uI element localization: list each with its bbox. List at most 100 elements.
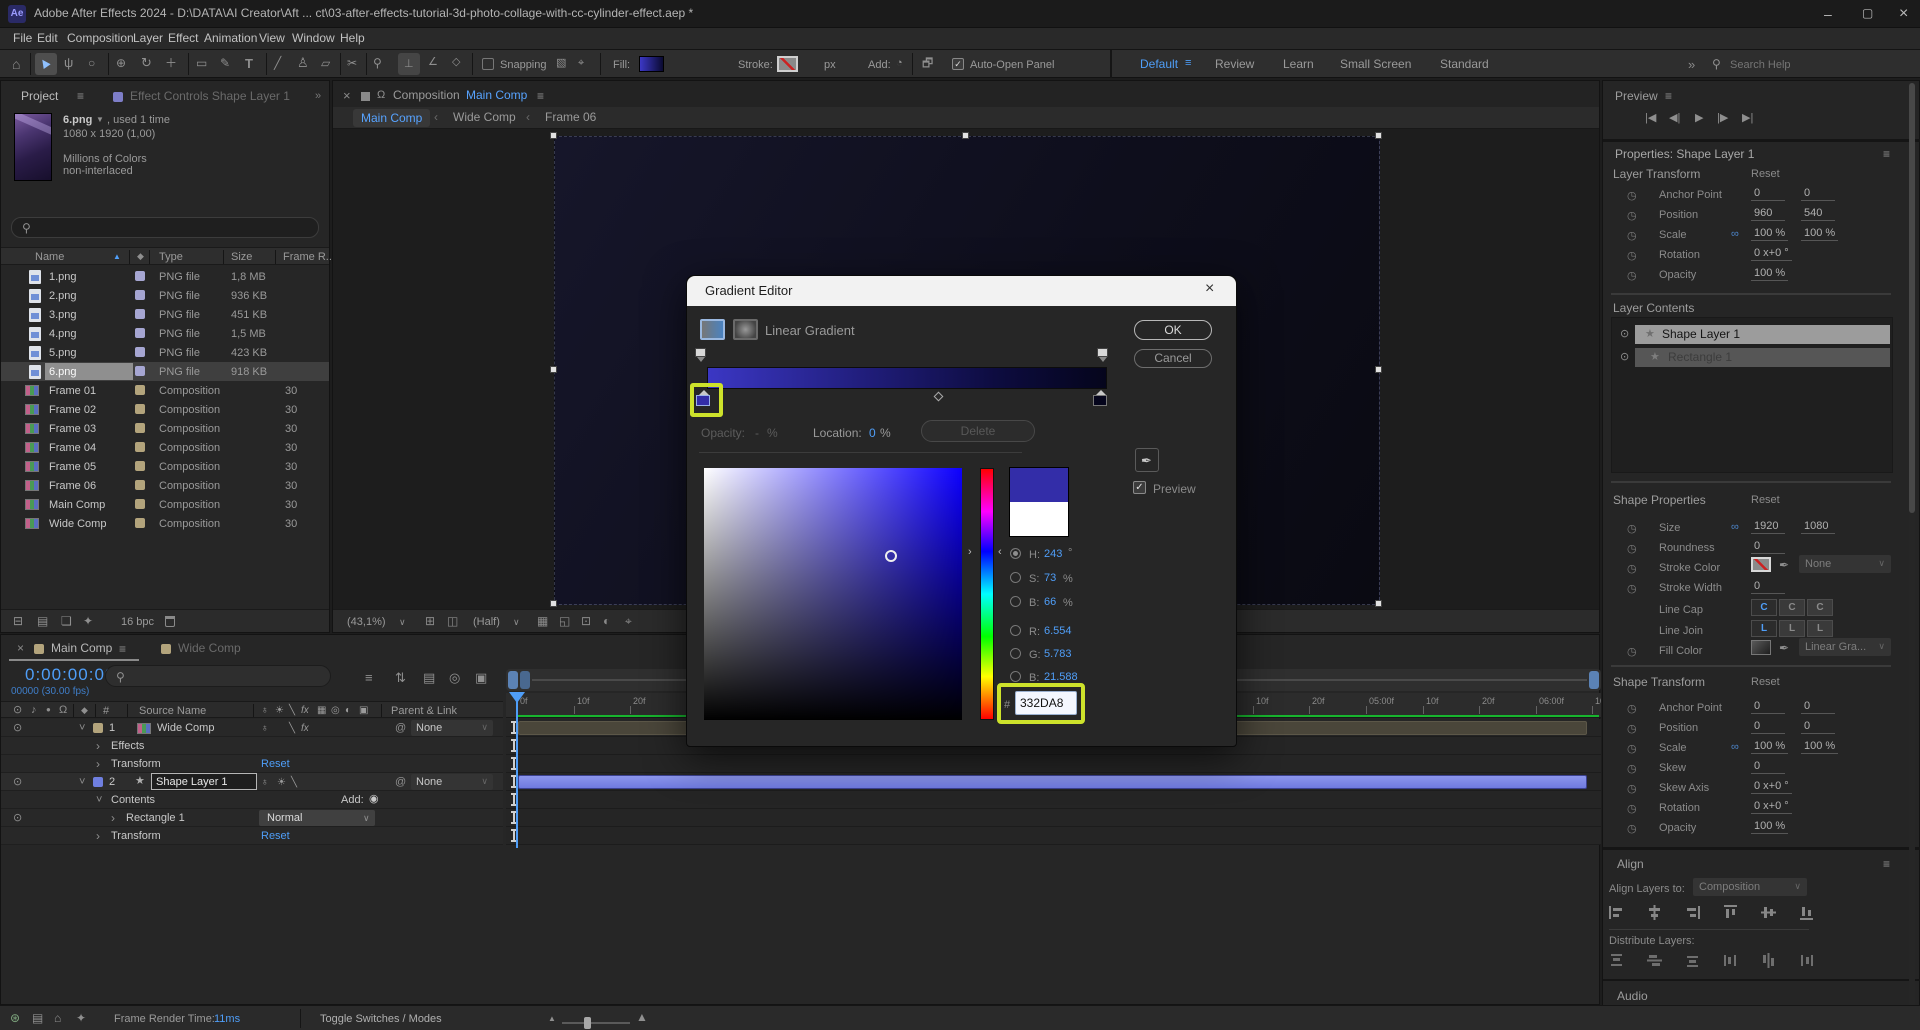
comp-flowchart-icon[interactable]: ≡	[365, 671, 373, 684]
properties-panel-header[interactable]: Properties: Shape Layer 1	[1615, 147, 1754, 161]
workspace-learn[interactable]: Learn	[1283, 58, 1314, 71]
layer-contents-item[interactable]: ★Rectangle 1	[1635, 348, 1890, 367]
snapping-checkbox[interactable]	[482, 58, 494, 70]
align-hcenter-button[interactable]	[1647, 905, 1662, 920]
chevron-right-icon[interactable]: ›	[111, 812, 115, 824]
stopwatch-icon[interactable]: ◷	[1627, 562, 1637, 575]
distribute-right-button[interactable]	[1799, 953, 1814, 968]
project-row-selected[interactable]: 6.pngPNG file918 KB	[1, 362, 329, 381]
first-frame-icon[interactable]: |◀	[1645, 113, 1656, 124]
b2-value[interactable]: 21.588	[1044, 671, 1078, 683]
brush-tool-icon[interactable]: ╱	[274, 57, 281, 69]
selection-handle[interactable]	[1375, 132, 1382, 139]
menu-composition[interactable]: Composition	[67, 32, 134, 45]
menu-window[interactable]: Window	[292, 32, 335, 45]
pickwhip-icon[interactable]: @	[395, 777, 406, 788]
distribute-vcenter-button[interactable]	[1647, 953, 1662, 968]
new-composition-icon[interactable]: ❏	[61, 615, 72, 627]
close-button[interactable]: ×	[1899, 5, 1908, 23]
col-name[interactable]: Name	[35, 251, 64, 263]
tab-wide-comp[interactable]: Wide Comp	[178, 642, 241, 655]
current-time-indicator[interactable]	[516, 692, 518, 848]
stopwatch-icon[interactable]: ◷	[1627, 722, 1637, 735]
project-color-depth[interactable]: 16 bpc	[121, 616, 154, 628]
pickwhip-icon[interactable]: @	[395, 723, 406, 734]
fill-type-dropdown[interactable]: ∨Linear Gra...	[1799, 638, 1891, 656]
eye-icon[interactable]: ⊙	[13, 813, 22, 824]
stopwatch-icon[interactable]: ◷	[1627, 645, 1637, 658]
collapse-switch[interactable]: ♁	[261, 777, 269, 788]
align-left-button[interactable]	[1609, 905, 1624, 920]
st-scale-y[interactable]: 100 %	[1801, 740, 1838, 754]
stopwatch-icon[interactable]: ◷	[1627, 582, 1637, 595]
b-radio[interactable]	[1010, 596, 1021, 607]
line-cap-round-button[interactable]: C	[1779, 599, 1805, 616]
timeline-zoom-slider[interactable]	[562, 1022, 630, 1024]
st-position-y[interactable]: 0	[1801, 720, 1835, 734]
line-join-bevel-button[interactable]: L	[1807, 620, 1833, 637]
st-opacity-value[interactable]: 100 %	[1751, 820, 1788, 834]
stopwatch-icon[interactable]: ◷	[1627, 209, 1637, 222]
layer-bar-shape-layer[interactable]	[518, 775, 1587, 789]
shape-properties-reset[interactable]: Reset	[1751, 494, 1780, 506]
eye-icon[interactable]: ⊙	[1620, 329, 1629, 340]
axis-view-icon[interactable]: ◇	[452, 57, 460, 68]
zoom-out-mountain-icon[interactable]: ▲	[548, 1015, 556, 1023]
graph-editor-icon[interactable]: ▣	[475, 671, 487, 684]
home-icon[interactable]: ⌂	[54, 1012, 61, 1024]
mask-visibility-icon[interactable]: ◫	[447, 615, 458, 627]
eraser-tool-icon[interactable]: ▱	[321, 57, 330, 69]
h-value[interactable]: 243	[1044, 548, 1062, 560]
selection-handle[interactable]	[962, 132, 969, 139]
eyedropper-button[interactable]: ✒	[1135, 448, 1159, 472]
gradient-midpoint-icon[interactable]	[934, 392, 944, 402]
stopwatch-icon[interactable]: ◷	[1627, 522, 1637, 535]
scale-x-value[interactable]: 100 %	[1751, 227, 1788, 241]
shape-tool-icon[interactable]: ▭	[196, 57, 207, 69]
viewer-lock-icon[interactable]: Ω	[377, 90, 385, 101]
roto-brush-tool-icon[interactable]: ✂	[347, 57, 357, 69]
footage-dropdown-icon[interactable]: ▼	[96, 116, 104, 124]
menu-help[interactable]: Help	[340, 32, 365, 45]
scale-y-value[interactable]: 100 %	[1801, 227, 1838, 241]
linear-gradient-button[interactable]	[700, 319, 725, 340]
stopwatch-icon[interactable]: ◷	[1627, 802, 1637, 815]
stopwatch-icon[interactable]: ◷	[1627, 782, 1637, 795]
flow-icon[interactable]: ✦	[76, 1012, 86, 1024]
render-queue-icon[interactable]: ⊛	[10, 1012, 20, 1024]
add-shape-icon[interactable]: ◔	[896, 58, 903, 69]
selection-tool[interactable]: ▶	[35, 53, 57, 75]
dialog-close-icon[interactable]: ×	[1205, 280, 1214, 298]
menu-effect[interactable]: Effect	[168, 32, 198, 45]
color-stop-right[interactable]	[1093, 395, 1107, 406]
chevron-right-icon[interactable]: ›	[96, 830, 100, 842]
stopwatch-icon[interactable]: ◷	[1627, 249, 1637, 262]
project-row[interactable]: Frame 05Composition30	[1, 457, 329, 476]
color-cursor[interactable]	[885, 550, 897, 562]
contents-group-row[interactable]: ˅ Contents Add: ◉	[1, 791, 503, 809]
line-cap-projecting-button[interactable]: C	[1807, 599, 1833, 616]
r-radio[interactable]	[1010, 625, 1021, 636]
layer-name-edit-box[interactable]: Shape Layer 1	[151, 773, 257, 790]
anchor-x-value[interactable]: 0	[1751, 187, 1785, 201]
track-row-transform[interactable]	[506, 755, 1601, 773]
dialog-title-bar[interactable]: Gradient Editor ×	[687, 276, 1236, 306]
eye-icon[interactable]: ⊙	[1620, 352, 1629, 363]
next-frame-icon[interactable]: |▶	[1717, 113, 1728, 124]
project-panel-menu-icon[interactable]: ≡	[77, 90, 84, 102]
align-panel-menu-icon[interactable]: ≡	[1883, 858, 1890, 870]
cancel-button[interactable]: Cancel	[1134, 349, 1212, 368]
r-value[interactable]: 6.554	[1044, 625, 1072, 637]
layer-color-chip[interactable]	[93, 777, 103, 787]
collapse-switch[interactable]: ♁	[261, 723, 269, 734]
playhead-handle[interactable]	[509, 692, 525, 703]
st-anchor-y[interactable]: 0	[1801, 700, 1835, 714]
project-row[interactable]: 3.pngPNG file451 KB	[1, 305, 329, 324]
properties-panel-menu-icon[interactable]: ≡	[1883, 148, 1890, 160]
fx-switch[interactable]: fx	[301, 723, 309, 734]
stopwatch-icon[interactable]: ◷	[1627, 269, 1637, 282]
stopwatch-icon[interactable]: ◷	[1627, 229, 1637, 242]
resolution-dropdown[interactable]: (Half)	[473, 616, 500, 628]
expand-icon[interactable]: ˅	[79, 777, 85, 788]
project-row[interactable]: Main CompComposition30	[1, 495, 329, 514]
